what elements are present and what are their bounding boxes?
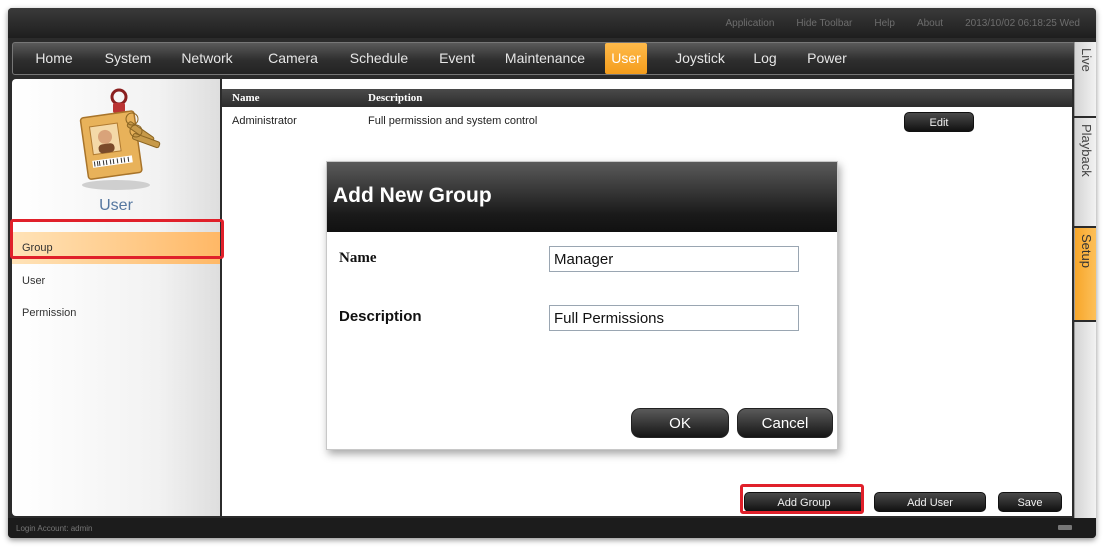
nav-network[interactable]: Network (175, 43, 239, 74)
application-link[interactable]: Application (725, 18, 774, 29)
group-name-input[interactable] (549, 246, 799, 272)
main-nav: Home System Network Camera Schedule Even… (12, 42, 1076, 75)
description-label: Description (339, 308, 422, 325)
nav-log[interactable]: Log (747, 43, 783, 74)
tab-live-label: Live (1079, 48, 1094, 72)
nav-maintenance[interactable]: Maintenance (497, 43, 593, 74)
ok-button[interactable]: OK (631, 408, 729, 438)
dialog-header: Add New Group (327, 162, 837, 232)
dialog-title: Add New Group (333, 184, 492, 207)
nav-event[interactable]: Event (431, 43, 483, 74)
tab-setup[interactable]: Setup (1074, 228, 1096, 320)
col-name-header: Name (232, 92, 260, 104)
add-group-dialog: Add New Group Name Description OK Cancel (326, 161, 838, 450)
add-group-highlight-box (740, 484, 864, 514)
menu-permission[interactable]: Permission (12, 297, 220, 329)
user-keys-icon (79, 88, 161, 190)
col-description-header: Description (368, 92, 423, 104)
group-description-input[interactable] (549, 305, 799, 331)
name-label: Name (339, 250, 377, 266)
cancel-button[interactable]: Cancel (737, 408, 833, 438)
nav-camera[interactable]: Camera (261, 43, 325, 74)
datetime-display: 2013/10/02 06:18:25 Wed (965, 18, 1080, 29)
tab-playback-label: Playback (1079, 124, 1094, 177)
row-description: Full permission and system control (368, 115, 538, 127)
save-button[interactable]: Save (998, 492, 1062, 512)
side-rail-filler (1074, 322, 1096, 518)
nav-power[interactable]: Power (799, 43, 855, 74)
hide-toolbar-link[interactable]: Hide Toolbar (796, 18, 852, 29)
nav-schedule[interactable]: Schedule (343, 43, 415, 74)
nav-joystick[interactable]: Joystick (665, 43, 735, 74)
top-utility-bar: Application Hide Toolbar Help About 2013… (8, 8, 1096, 38)
nav-user[interactable]: User (605, 43, 647, 74)
menu-user[interactable]: User (12, 265, 220, 297)
left-panel: User Group User Permission (12, 79, 220, 516)
nav-system[interactable]: System (97, 43, 159, 74)
top-links: Application Hide Toolbar Help About 2013… (725, 18, 1080, 29)
edit-button[interactable]: Edit (904, 112, 974, 132)
section-title: User (99, 197, 133, 214)
login-account: Login Account: admin (16, 524, 93, 533)
group-highlight-box (10, 219, 224, 259)
about-link[interactable]: About (917, 18, 943, 29)
tab-live[interactable]: Live (1074, 42, 1096, 116)
table-header: Name Description (222, 89, 1072, 107)
status-bar: Login Account: admin (8, 518, 1096, 538)
add-user-button[interactable]: Add User (874, 492, 986, 512)
tab-setup-label: Setup (1079, 234, 1094, 268)
row-name: Administrator (232, 115, 297, 127)
nav-home[interactable]: Home (25, 43, 83, 74)
tray-icon (1058, 525, 1072, 530)
help-link[interactable]: Help (874, 18, 895, 29)
tab-playback[interactable]: Playback (1074, 118, 1096, 226)
